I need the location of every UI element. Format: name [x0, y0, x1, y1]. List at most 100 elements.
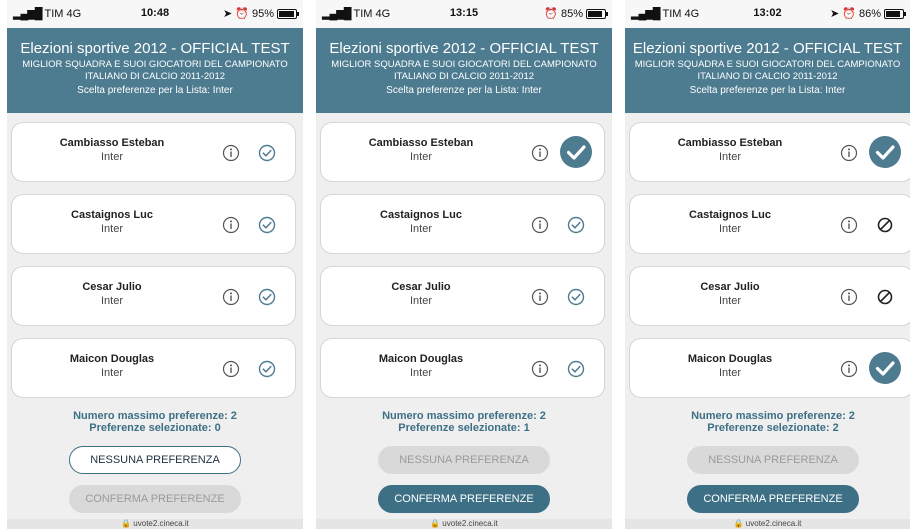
info-icon[interactable]	[531, 216, 549, 234]
info-icon[interactable]	[840, 144, 858, 162]
candidate-card[interactable]: Maicon Douglas Inter	[11, 338, 296, 398]
info-icon[interactable]	[531, 288, 549, 306]
footer: Numero massimo preferenze: 2 Preferenze …	[7, 410, 303, 513]
url-text: uvote2.cineca.it	[442, 519, 498, 528]
candidate-name: Castaignos Luc	[71, 209, 153, 221]
candidate-card[interactable]: Cambiasso Esteban Inter	[629, 122, 910, 182]
info-icon[interactable]	[840, 216, 858, 234]
alarm-icon: ⏰	[235, 8, 249, 20]
candidate-name: Cesar Julio	[82, 281, 142, 293]
location-icon: ➤	[830, 8, 840, 20]
candidate-name: Maicon Douglas	[687, 353, 773, 365]
page-header: Elezioni sportive 2012 - OFFICIAL TEST M…	[7, 28, 303, 113]
check-circle-filled-icon[interactable]	[868, 135, 902, 169]
confirm-preferences-button[interactable]: CONFERMA PREFERENZE	[69, 485, 241, 513]
no-preference-button[interactable]: NESSUNA PREFERENZA	[687, 446, 859, 474]
header-subtitle: MIGLIOR SQUADRA E SUOI GIOCATORI DEL CAM…	[331, 59, 597, 70]
max-preferences: Numero massimo preferenze: 2	[73, 410, 237, 422]
phone-screen-2: ▂▄▆█ TIM 4G 13:15 ⏰ 85% Elezioni sportive…	[316, 0, 612, 529]
candidate-team: Inter	[100, 295, 123, 307]
check-circle-outline-icon[interactable]	[567, 360, 585, 378]
check-circle-outline-icon[interactable]	[258, 360, 276, 378]
check-circle-filled-icon[interactable]	[559, 135, 593, 169]
phone-screen-1: ▂▄▆█ TIM 4G 10:48 ➤ ⏰ 95% Elezioni sporti…	[7, 0, 303, 529]
candidate-card[interactable]: Cesar Julio Inter	[11, 266, 296, 326]
info-icon[interactable]	[222, 216, 240, 234]
status-right: ➤ ⏰ 95%	[223, 7, 299, 20]
page-header: Elezioni sportive 2012 - OFFICIAL TEST M…	[625, 28, 910, 113]
candidate-card[interactable]: Maicon Douglas Inter	[320, 338, 605, 398]
prohibited-icon[interactable]	[876, 216, 894, 234]
url-text: uvote2.cineca.it	[133, 519, 189, 528]
info-icon[interactable]	[222, 360, 240, 378]
candidate-team: Inter	[409, 367, 432, 379]
status-right: ⏰ 85%	[544, 7, 608, 20]
status-bar: ▂▄▆█ TIM 4G 13:02 ➤ ⏰ 86%	[625, 0, 910, 28]
screens: ▂▄▆█ TIM 4G 10:48 ➤ ⏰ 95% Elezioni sporti…	[0, 0, 910, 529]
address-bar[interactable]: 🔒 uvote2.cineca.it	[316, 519, 612, 529]
info-icon[interactable]	[840, 288, 858, 306]
status-bar: ▂▄▆█ TIM 4G 13:15 ⏰ 85%	[316, 0, 612, 28]
list-choice: Scelta preferenze per la Lista: Inter	[386, 85, 542, 96]
page-title: Elezioni sportive 2012 - OFFICIAL TEST	[20, 40, 290, 57]
info-icon[interactable]	[222, 288, 240, 306]
candidate-name: Maicon Douglas	[378, 353, 464, 365]
candidate-name: Cesar Julio	[391, 281, 451, 293]
max-preferences: Numero massimo preferenze: 2	[382, 410, 546, 422]
candidate-card[interactable]: Cambiasso Esteban Inter	[11, 122, 296, 182]
footer: Numero massimo preferenze: 2 Preferenze …	[316, 410, 612, 513]
battery-label: 95%	[251, 7, 274, 20]
candidate-card[interactable]: Cambiasso Esteban Inter	[320, 122, 605, 182]
address-bar[interactable]: 🔒 uvote2.cineca.it	[7, 519, 303, 529]
header-subtitle: MIGLIOR SQUADRA E SUOI GIOCATORI DEL CAM…	[634, 59, 901, 70]
candidate-name: Cambiasso Esteban	[677, 137, 783, 149]
candidate-card[interactable]: Castaignos Luc Inter	[11, 194, 296, 254]
header-subtitle-2: ITALIANO DI CALCIO 2011-2012	[393, 71, 535, 82]
prohibited-icon[interactable]	[876, 288, 894, 306]
info-icon[interactable]	[222, 144, 240, 162]
candidate-card[interactable]: Cesar Julio Inter	[629, 266, 910, 326]
candidate-name: Castaignos Luc	[380, 209, 462, 221]
check-circle-filled-icon[interactable]	[868, 351, 902, 385]
info-icon[interactable]	[531, 144, 549, 162]
battery-label: 85%	[560, 7, 583, 20]
check-circle-outline-icon[interactable]	[258, 288, 276, 306]
candidate-card[interactable]: Castaignos Luc Inter	[320, 194, 605, 254]
candidate-card[interactable]: Maicon Douglas Inter	[629, 338, 910, 398]
battery-icon	[884, 8, 906, 19]
max-preferences: Numero massimo preferenze: 2	[691, 410, 855, 422]
candidate-team: Inter	[409, 295, 432, 307]
confirm-preferences-button[interactable]: CONFERMA PREFERENZE	[687, 485, 859, 513]
candidate-name: Maicon Douglas	[69, 353, 155, 365]
candidate-team: Inter	[100, 151, 123, 163]
check-circle-outline-icon[interactable]	[567, 216, 585, 234]
alarm-icon: ⏰	[544, 8, 558, 20]
address-bar[interactable]: 🔒 uvote2.cineca.it	[625, 519, 910, 529]
alarm-icon: ⏰	[842, 8, 856, 20]
candidate-card[interactable]: Castaignos Luc Inter	[629, 194, 910, 254]
page-header: Elezioni sportive 2012 - OFFICIAL TEST M…	[316, 28, 612, 113]
candidate-team: Inter	[409, 223, 432, 235]
no-preference-button[interactable]: NESSUNA PREFERENZA	[378, 446, 550, 474]
candidate-team: Inter	[718, 295, 741, 307]
candidate-team: Inter	[718, 151, 741, 163]
list-choice: Scelta preferenze per la Lista: Inter	[77, 85, 233, 96]
candidate-team: Inter	[718, 367, 741, 379]
no-preference-button[interactable]: NESSUNA PREFERENZA	[69, 446, 241, 474]
location-icon: ➤	[223, 8, 233, 20]
confirm-preferences-button[interactable]: CONFERMA PREFERENZE	[378, 485, 550, 513]
candidate-name: Castaignos Luc	[689, 209, 771, 221]
page-title: Elezioni sportive 2012 - OFFICIAL TEST	[632, 40, 903, 57]
selected-preferences: Preferenze selezionate: 1	[398, 422, 530, 434]
check-circle-outline-icon[interactable]	[567, 288, 585, 306]
candidate-team: Inter	[718, 223, 741, 235]
candidate-team: Inter	[100, 223, 123, 235]
info-icon[interactable]	[840, 360, 858, 378]
candidate-card[interactable]: Cesar Julio Inter	[320, 266, 605, 326]
check-circle-outline-icon[interactable]	[258, 144, 276, 162]
battery-icon	[277, 8, 299, 19]
candidate-team: Inter	[409, 151, 432, 163]
candidate-team: Inter	[100, 367, 123, 379]
info-icon[interactable]	[531, 360, 549, 378]
check-circle-outline-icon[interactable]	[258, 216, 276, 234]
